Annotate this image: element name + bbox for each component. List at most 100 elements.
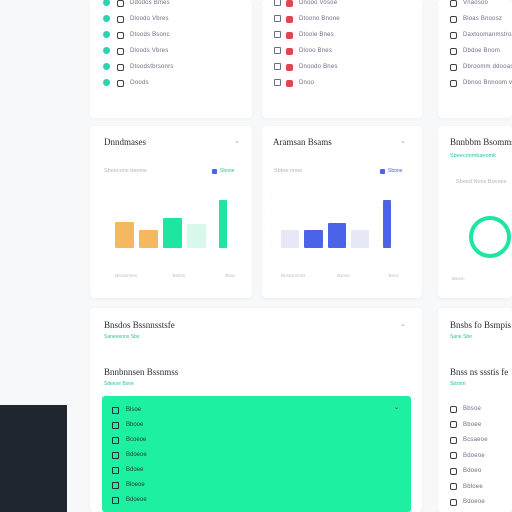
list-item[interactable]: Dtoods Bsonc (117, 30, 170, 40)
chart-bar[interactable] (139, 230, 158, 248)
chart-bar[interactable] (351, 229, 370, 248)
list-item[interactable]: Dloodo Vbres (117, 14, 169, 24)
chart-3-caption: Sbeed Nons Bonnes (456, 179, 507, 185)
checkbox-icon[interactable] (450, 63, 457, 71)
section-2-link[interactable]: Sdeese Bsne (104, 381, 134, 387)
list-item-label: Dbnoo Bnnoom vnm (463, 80, 512, 86)
chart-bar[interactable] (187, 224, 206, 248)
chart-bar[interactable] (327, 223, 347, 248)
checkbox-icon[interactable] (450, 467, 457, 475)
list-item[interactable]: Dlooo Bnes (286, 46, 332, 56)
section-1-link[interactable]: Saneeeons Sbs (104, 334, 139, 340)
list-item[interactable]: Bdoeoe (450, 451, 485, 461)
list-item[interactable]: Bbloee (450, 482, 483, 492)
check-circle-icon[interactable] (103, 47, 110, 54)
list-item[interactable]: Dnoodo Bnes (286, 62, 338, 72)
chart-bar[interactable] (219, 200, 228, 248)
checkbox-icon[interactable] (274, 15, 281, 22)
chevron-down-icon[interactable]: ⌄ (394, 404, 399, 411)
list-item-label: Ddodos Bmes (130, 0, 170, 6)
list-item-label: Bloas Bnoosz (463, 16, 503, 22)
checkbox-icon[interactable] (274, 47, 281, 54)
checkbox-icon[interactable] (117, 15, 124, 23)
list-item[interactable]: Bdoeoe (112, 495, 147, 505)
chart-bar[interactable] (304, 229, 323, 248)
checkbox-icon[interactable] (286, 15, 293, 23)
chart-bar[interactable] (382, 200, 391, 248)
checkbox-icon[interactable] (117, 47, 124, 55)
list-item[interactable]: Vnaosoo (450, 0, 488, 8)
list-item[interactable]: Bboee (450, 420, 481, 430)
list-item[interactable]: Daxtoomanmstroam (450, 30, 512, 40)
list-item[interactable]: Dtoole Bnes (286, 30, 334, 40)
checkbox-icon[interactable] (112, 421, 119, 429)
list-item[interactable]: Dnooo Vosoe (286, 0, 337, 8)
checkbox-icon[interactable] (450, 421, 457, 428)
checkbox-icon[interactable] (274, 0, 281, 6)
checkbox-icon[interactable] (112, 436, 119, 444)
list-item[interactable]: Dbroomm ddooasd (450, 62, 512, 72)
list-item[interactable]: Bcoeoe (112, 435, 146, 445)
list-item[interactable]: Bdoeo (450, 466, 481, 476)
list-item[interactable]: Dloods Vbres (117, 46, 168, 56)
checkbox-icon[interactable] (450, 0, 457, 7)
list-item[interactable]: Bcsaeoe (450, 435, 488, 445)
side-2-link[interactable]: Sbsnm (450, 381, 466, 387)
checkbox-icon[interactable] (450, 452, 457, 459)
chevron-down-icon[interactable]: ⌄ (234, 137, 240, 145)
x-tick-label: Bsnc (225, 273, 236, 278)
checkbox-icon[interactable] (117, 79, 124, 87)
checkbox-icon[interactable] (450, 483, 457, 490)
checkbox-icon[interactable] (274, 31, 281, 38)
list-item[interactable]: Bdoee (112, 465, 143, 475)
chart-bar[interactable] (163, 217, 182, 248)
chart-bar[interactable] (281, 229, 300, 248)
checkbox-icon[interactable] (450, 79, 457, 87)
checkbox-icon[interactable] (286, 79, 293, 87)
check-circle-icon[interactable] (103, 63, 110, 70)
checkbox-icon[interactable] (112, 451, 119, 459)
check-circle-icon[interactable] (103, 15, 110, 22)
chevron-down-icon[interactable]: ⌄ (400, 320, 406, 328)
list-item-label: Bdoeoe (463, 452, 485, 459)
checkbox-icon[interactable] (274, 63, 281, 70)
list-item[interactable]: Bdoeoe (450, 497, 485, 507)
checkbox-icon[interactable] (450, 15, 457, 23)
list-item[interactable]: Dnoo (286, 78, 314, 88)
checkbox-icon[interactable] (112, 466, 119, 474)
list-item[interactable]: Bloeoe (112, 480, 145, 490)
list-item[interactable]: Dbdoe Bnom (450, 46, 500, 56)
checkbox-icon[interactable] (286, 31, 293, 39)
list-item[interactable]: Ddodos Bmes (117, 0, 170, 8)
checkbox-icon[interactable] (286, 0, 293, 7)
checkbox-icon[interactable] (286, 47, 293, 55)
checkbox-icon[interactable] (450, 47, 457, 55)
checkbox-icon[interactable] (450, 31, 457, 39)
chevron-down-icon[interactable]: ⌄ (400, 137, 406, 145)
check-circle-icon[interactable] (103, 79, 110, 86)
list-item[interactable]: Bdoeoe (112, 450, 147, 460)
checkbox-icon[interactable] (450, 498, 457, 506)
list-item[interactable]: Bbsoe (450, 404, 481, 414)
checkbox-icon[interactable] (286, 63, 293, 71)
checkbox-icon[interactable] (112, 481, 119, 489)
checkbox-icon[interactable] (112, 496, 119, 504)
checkbox-icon[interactable] (450, 436, 457, 444)
side-1-link[interactable]: Sane Sbe (450, 334, 472, 340)
checkbox-icon[interactable] (117, 31, 124, 39)
list-item[interactable]: Bloas Bnoosz (450, 14, 502, 24)
check-circle-icon[interactable] (103, 31, 110, 38)
list-item[interactable]: Bbooe (112, 420, 143, 430)
list-item[interactable]: Ooods (117, 78, 149, 88)
checkbox-icon[interactable] (117, 0, 124, 7)
checkbox-icon[interactable] (450, 405, 457, 413)
chart-bar[interactable] (115, 221, 134, 248)
checkbox-icon[interactable] (274, 79, 281, 86)
list-item[interactable]: Dtoodstbrsonrs (117, 62, 174, 72)
selected-list-panel[interactable]: ⌄ Blsoe Bbooe Bcoeoe Bdoeoe Bdoee Bloeoe Bdoeo… (102, 396, 411, 512)
checkbox-icon[interactable] (117, 63, 124, 71)
list-item[interactable]: Dbnoo Bnnoom vnm (450, 78, 512, 88)
list-item[interactable]: Dtoono Bnone (286, 14, 340, 24)
checkbox-icon[interactable] (112, 406, 119, 414)
list-item[interactable]: Blsoe (112, 405, 141, 415)
